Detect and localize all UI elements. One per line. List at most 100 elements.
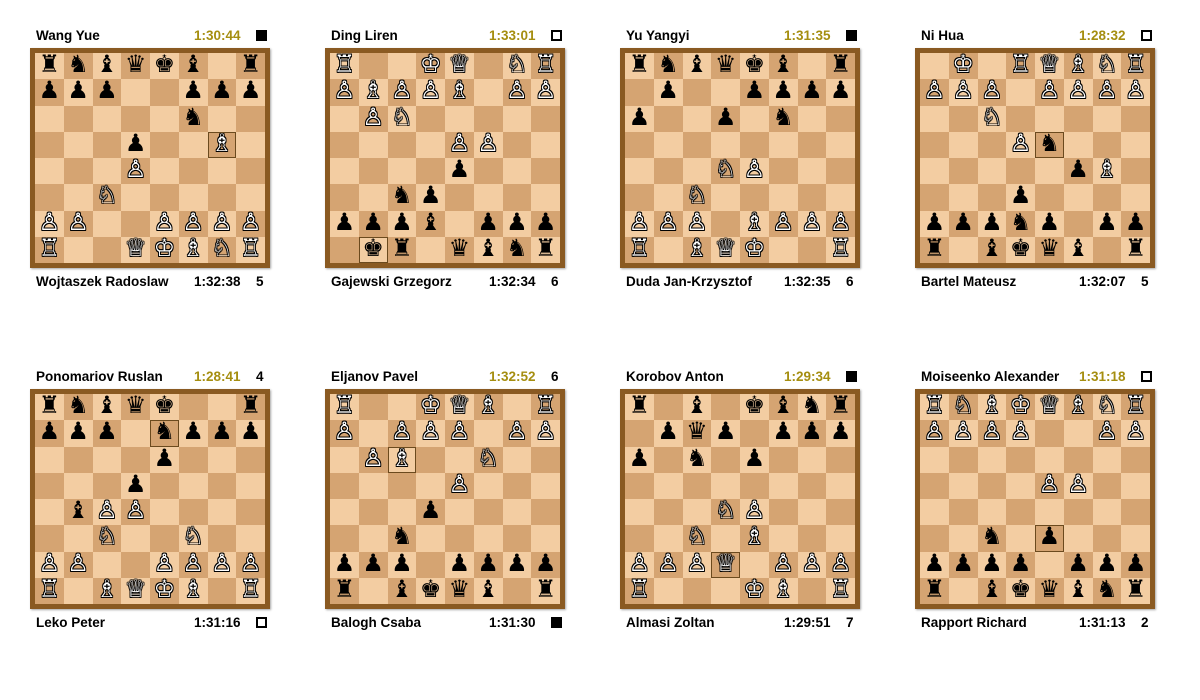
chess-board[interactable]: ♜ ♞ ♝ ♛ ♚ ♝ ♜ ♟ ♟ ♟ ♟ ♟ ♟ ♞ ♟ ♗ ♙ ♘ ♙ ♙ ♙ ♙ ♙ ♙ ♖ ♕ ♔ ♗ ♘ ♖ — [30, 48, 270, 268]
board-square[interactable]: ♙ — [1092, 79, 1122, 106]
piece-b[interactable]: ♝ — [420, 210, 442, 235]
piece-p[interactable]: ♟ — [952, 551, 974, 576]
board-square[interactable] — [92, 236, 122, 263]
piece-p[interactable]: ♟ — [1067, 158, 1089, 182]
board-square[interactable]: ♟ — [1035, 525, 1064, 552]
board-square[interactable] — [625, 420, 654, 447]
piece-n[interactable]: ♞ — [67, 394, 89, 418]
piece-n[interactable]: ♞ — [1010, 210, 1032, 235]
board-square[interactable]: ♝ — [682, 394, 712, 421]
board-square[interactable] — [473, 158, 503, 185]
board-square[interactable]: ♙ — [653, 551, 683, 578]
board-square[interactable]: ♙ — [358, 105, 388, 132]
board-square[interactable] — [768, 525, 798, 552]
board-square[interactable]: ♟ — [207, 79, 237, 106]
board-square[interactable] — [768, 184, 798, 211]
board-square[interactable] — [473, 420, 503, 447]
board-square[interactable]: ♟ — [920, 551, 949, 578]
board-square[interactable] — [531, 131, 560, 158]
board-square[interactable]: ♘ — [977, 105, 1007, 132]
board-square[interactable] — [948, 472, 978, 499]
piece-r[interactable]: ♜ — [240, 394, 262, 418]
board-square[interactable]: ♟ — [63, 79, 93, 106]
piece-p[interactable]: ♟ — [801, 420, 823, 444]
board-square[interactable] — [236, 158, 265, 185]
board-square[interactable] — [445, 210, 474, 237]
board-square[interactable] — [1063, 184, 1093, 211]
piece-N[interactable]: ♘ — [506, 53, 528, 77]
board-square[interactable]: ♙ — [740, 499, 769, 526]
board-square[interactable] — [682, 472, 712, 499]
board-square[interactable]: ♗ — [682, 236, 712, 263]
board-square[interactable]: ♗ — [1092, 158, 1122, 185]
piece-b[interactable]: ♝ — [477, 577, 499, 602]
board-square[interactable]: ♙ — [150, 551, 179, 578]
board-square[interactable]: ♚ — [150, 394, 179, 421]
board-square[interactable]: ♟ — [711, 420, 740, 447]
board-square[interactable]: ♙ — [207, 210, 237, 237]
board-square[interactable]: ♚ — [740, 53, 769, 80]
board-square[interactable]: ♕ — [1035, 53, 1064, 80]
board-square[interactable]: ♟ — [531, 551, 560, 578]
board-square[interactable]: ♗ — [445, 79, 474, 106]
chess-board[interactable]: ♜ ♝ ♚ ♝ ♞ ♜ ♟ ♛ ♟ ♟ ♟ ♟ ♟ ♞ ♟ ♘ ♙ ♘ ♗ ♙ ♙ ♙ ♕ ♙ ♙ ♙ ♖ ♔ ♗ ♖ — [620, 389, 860, 609]
board-square[interactable]: ♜ — [625, 53, 654, 80]
board-square[interactable] — [416, 131, 445, 158]
board-square[interactable]: ♙ — [531, 79, 560, 106]
board-square[interactable] — [948, 236, 978, 263]
board-square[interactable]: ♝ — [92, 394, 122, 421]
piece-P[interactable]: ♙ — [96, 499, 118, 523]
board-square[interactable] — [826, 446, 855, 473]
board-square[interactable]: ♟ — [236, 420, 265, 447]
board-square[interactable] — [1063, 446, 1093, 473]
piece-P[interactable]: ♙ — [39, 551, 61, 576]
board-square[interactable]: ♟ — [826, 420, 855, 447]
board-square[interactable] — [416, 236, 445, 263]
board-square[interactable] — [178, 158, 208, 185]
board-square[interactable]: ♟ — [358, 210, 388, 237]
board-square[interactable]: ♗ — [977, 394, 1007, 421]
board-square[interactable] — [1063, 131, 1093, 158]
board-square[interactable]: ♟ — [330, 551, 359, 578]
piece-p[interactable]: ♟ — [391, 210, 413, 235]
piece-r[interactable]: ♜ — [830, 394, 852, 418]
piece-p[interactable]: ♟ — [952, 210, 974, 235]
piece-k[interactable]: ♚ — [1010, 577, 1032, 602]
piece-b[interactable]: ♝ — [182, 53, 204, 77]
board-square[interactable]: ♕ — [445, 394, 474, 421]
board-square[interactable] — [178, 499, 208, 526]
piece-R[interactable]: ♖ — [1125, 53, 1147, 77]
piece-P[interactable]: ♙ — [391, 79, 413, 103]
board-square[interactable]: ♟ — [920, 210, 949, 237]
board-square[interactable] — [977, 131, 1007, 158]
board-square[interactable] — [1121, 158, 1150, 185]
piece-P[interactable]: ♙ — [334, 79, 356, 103]
board-square[interactable]: ♝ — [1063, 577, 1093, 604]
board-square[interactable] — [625, 525, 654, 552]
piece-K[interactable]: ♔ — [1010, 394, 1032, 418]
board-square[interactable] — [797, 105, 827, 132]
piece-p[interactable]: ♟ — [506, 551, 528, 576]
piece-Q[interactable]: ♕ — [125, 577, 147, 602]
board-square[interactable]: ♟ — [768, 79, 798, 106]
piece-R[interactable]: ♖ — [629, 577, 651, 602]
board-square[interactable] — [797, 184, 827, 211]
piece-p[interactable]: ♟ — [182, 420, 204, 444]
board-square[interactable] — [150, 472, 179, 499]
board-square[interactable]: ♜ — [531, 577, 560, 604]
piece-b[interactable]: ♝ — [981, 236, 1003, 261]
board-square[interactable] — [920, 446, 949, 473]
board-square[interactable]: ♙ — [977, 420, 1007, 447]
piece-r[interactable]: ♜ — [391, 236, 413, 261]
board-square[interactable] — [387, 499, 417, 526]
board-square[interactable]: ♟ — [1121, 551, 1150, 578]
board-square[interactable]: ♟ — [35, 420, 64, 447]
board-square[interactable] — [653, 158, 683, 185]
board-square[interactable] — [797, 499, 827, 526]
board-square[interactable]: ♟ — [358, 551, 388, 578]
piece-R[interactable]: ♖ — [1125, 394, 1147, 418]
board-square[interactable] — [121, 525, 150, 552]
piece-p[interactable]: ♟ — [657, 420, 679, 444]
board-square[interactable]: ♗ — [92, 577, 122, 604]
piece-Q[interactable]: ♕ — [1039, 53, 1061, 77]
